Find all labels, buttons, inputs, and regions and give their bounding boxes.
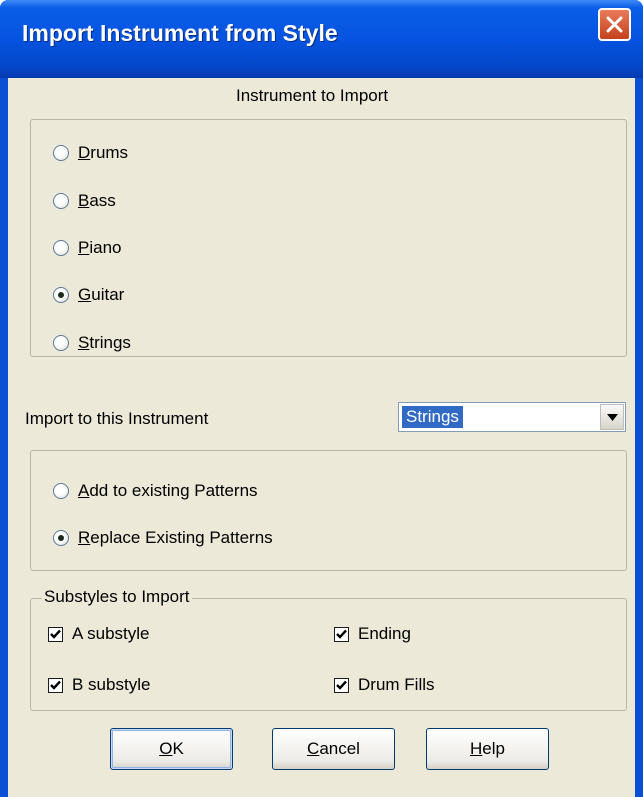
instrument-group: Drums Bass Piano Guitar Strings: [30, 119, 627, 357]
radio-label-add: Add to existing Patterns: [78, 481, 258, 500]
radio-strings[interactable]: Strings: [53, 330, 131, 356]
radio-add-patterns[interactable]: Add to existing Patterns: [53, 478, 258, 504]
checkbox[interactable]: [334, 677, 349, 693]
close-icon: [606, 16, 623, 33]
select-value: Strings: [402, 406, 463, 428]
instrument-section-heading: Instrument to Import: [236, 86, 389, 105]
checkbox[interactable]: [48, 626, 63, 642]
checkbox-label: Ending: [358, 624, 411, 643]
checkbox-label: B substyle: [72, 675, 151, 694]
dialog-window: Import Instrument from Style Instrument …: [0, 0, 643, 797]
radio-label-replace: Replace Existing Patterns: [78, 528, 273, 547]
dropdown-arrow-icon: [607, 414, 618, 421]
close-button[interactable]: [598, 8, 631, 41]
radio-replace-patterns[interactable]: Replace Existing Patterns: [53, 525, 273, 551]
window-title: Import Instrument from Style: [22, 20, 338, 46]
radio-label-piano: Piano: [78, 238, 122, 257]
title-bar[interactable]: Import Instrument from Style: [0, 0, 643, 78]
radio-button[interactable]: [53, 335, 69, 351]
checkmark-icon: [336, 629, 347, 639]
radio-button[interactable]: [53, 145, 69, 161]
substyles-group: A substyle Ending B substyle Drum Fills: [30, 598, 627, 711]
checkbox-ending[interactable]: Ending: [334, 621, 411, 647]
checkmark-icon: [50, 629, 61, 639]
radio-label-bass: Bass: [78, 191, 116, 210]
radio-label-guitar: Guitar: [78, 285, 125, 304]
checkbox-label: Drum Fills: [358, 675, 435, 694]
dropdown-button[interactable]: [600, 404, 624, 430]
checkbox-drum-fills[interactable]: Drum Fills: [334, 672, 435, 698]
checkmark-icon: [50, 680, 61, 690]
radio-button-selected[interactable]: [53, 530, 69, 546]
help-button[interactable]: Help: [426, 728, 549, 770]
ok-button[interactable]: OK: [110, 728, 233, 770]
target-instrument-select[interactable]: Strings: [398, 402, 626, 432]
radio-button[interactable]: [53, 483, 69, 499]
radio-button[interactable]: [53, 240, 69, 256]
target-instrument-label: Import to this Instrument: [25, 409, 209, 428]
substyles-legend: Substyles to Import: [42, 587, 192, 607]
checkmark-icon: [336, 680, 347, 690]
radio-label-strings: Strings: [78, 333, 131, 352]
radio-button-selected[interactable]: [53, 287, 69, 303]
radio-piano[interactable]: Piano: [53, 235, 121, 261]
radio-drums[interactable]: Drums: [53, 140, 128, 166]
checkbox[interactable]: [48, 677, 63, 693]
radio-label-drums: Drums: [78, 143, 129, 162]
checkbox-b-substyle[interactable]: B substyle: [48, 672, 150, 698]
pattern-mode-group: Add to existing Patterns Replace Existin…: [30, 450, 627, 571]
radio-button[interactable]: [53, 193, 69, 209]
checkbox[interactable]: [334, 626, 349, 642]
checkbox-label: A substyle: [72, 624, 150, 643]
radio-bass[interactable]: Bass: [53, 188, 116, 214]
checkbox-a-substyle[interactable]: A substyle: [48, 621, 150, 647]
cancel-button[interactable]: Cancel: [272, 728, 395, 770]
dialog-body: Instrument to Import Drums Bass Piano Gu…: [8, 78, 635, 797]
radio-guitar[interactable]: Guitar: [53, 282, 124, 308]
